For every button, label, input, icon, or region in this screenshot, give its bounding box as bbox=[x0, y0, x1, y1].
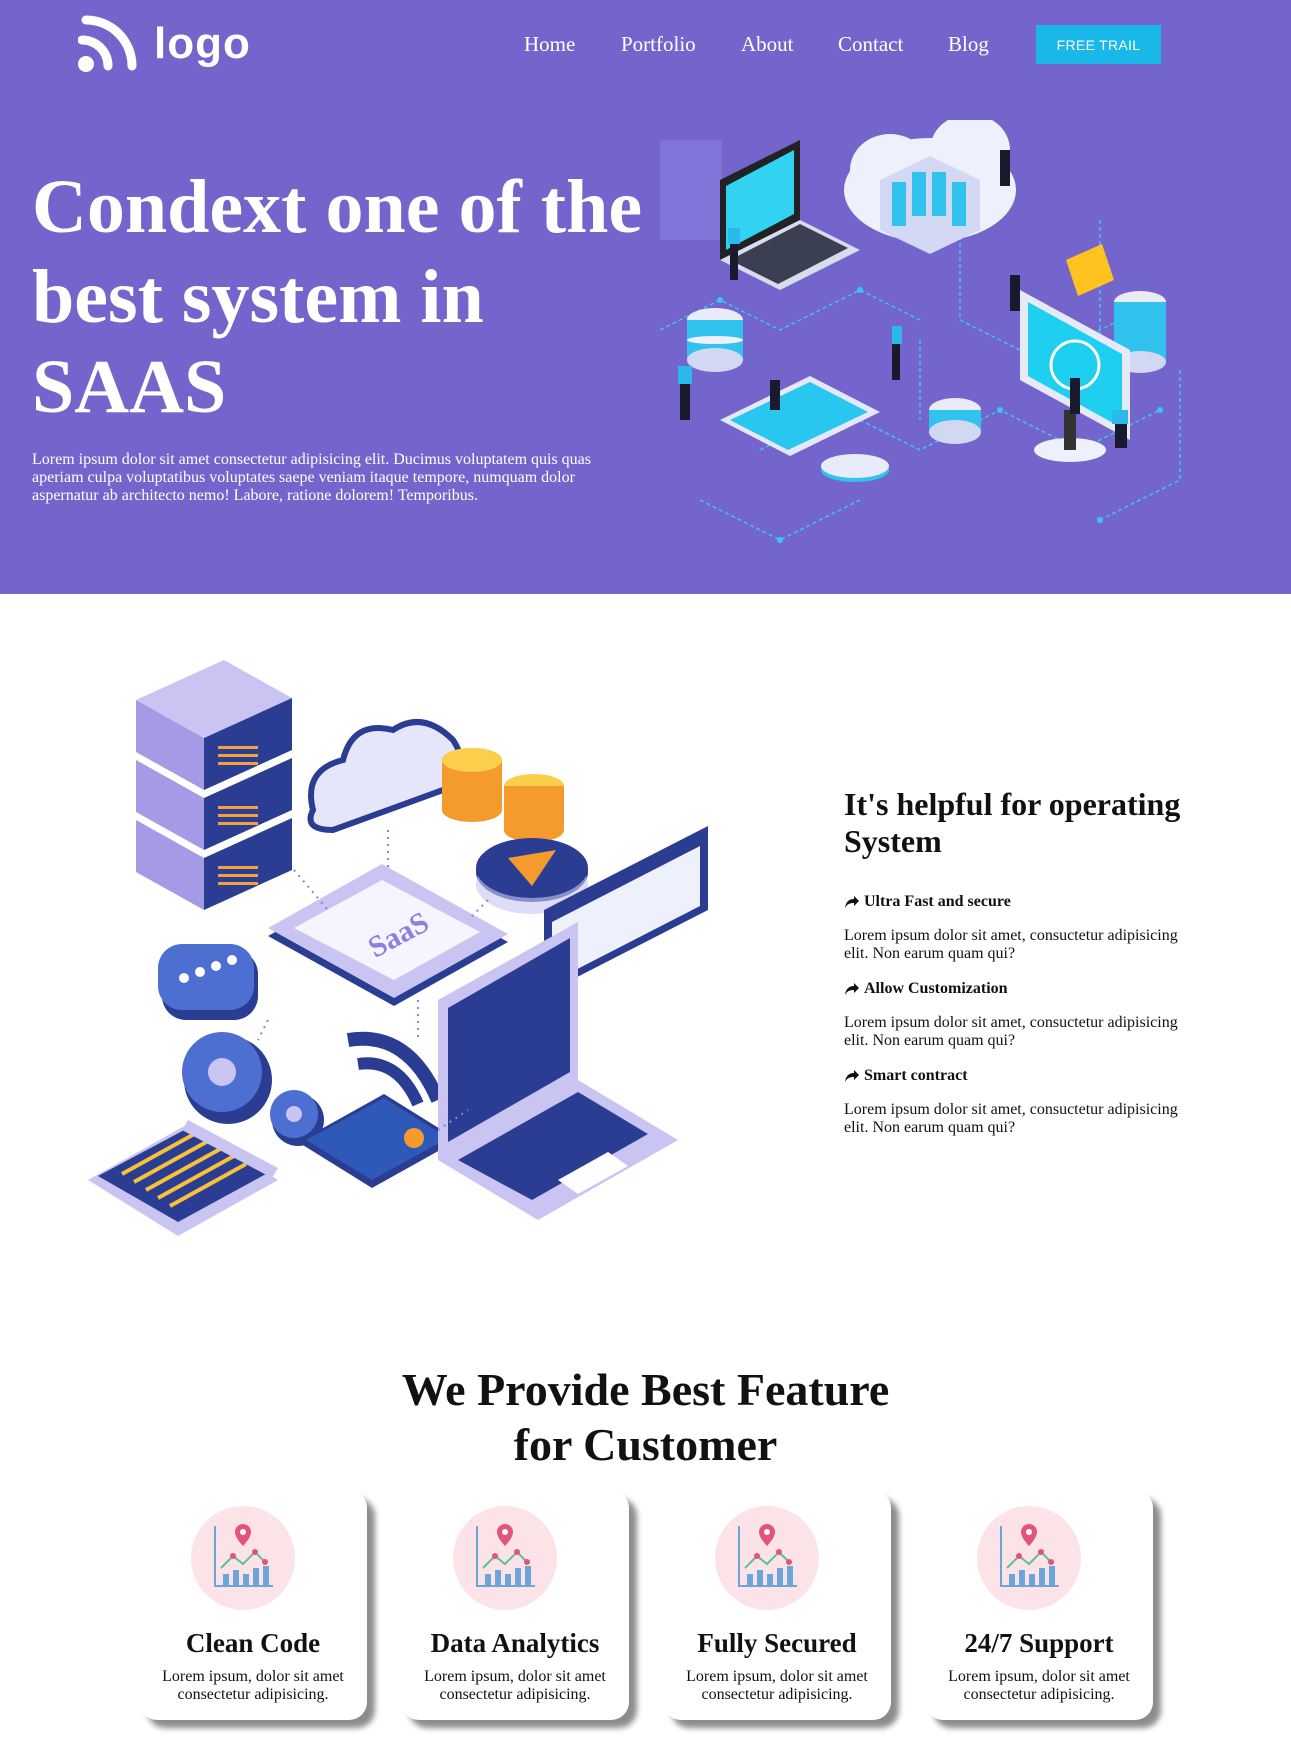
icon-circle bbox=[453, 1506, 557, 1610]
analytics-chart-icon bbox=[1000, 1524, 1059, 1587]
feature-item: Smart contract Lorem ipsum dolor sit ame… bbox=[844, 1067, 1204, 1137]
card-text: Lorem ipsum, dolor sit amet consectetur … bbox=[424, 1668, 606, 1703]
card-title: Fully Secured bbox=[697, 1628, 857, 1658]
features-title: We Provide Best Feature for Customer bbox=[0, 1362, 1291, 1472]
card-text: Lorem ipsum, dolor sit amet consectetur … bbox=[948, 1668, 1130, 1703]
share-arrow-icon bbox=[845, 896, 859, 908]
icon-circle bbox=[191, 1506, 295, 1610]
feature-card-data-analytics[interactable]: Data Analytics Lorem ipsum, dolor sit am… bbox=[401, 1490, 629, 1720]
feature-item: Ultra Fast and secure Lorem ipsum dolor … bbox=[844, 893, 1204, 963]
hero-network-illustration bbox=[660, 120, 1181, 543]
hero-section: logo Home Portfolio About Contact Blog F… bbox=[0, 0, 1291, 594]
features-title-line1: We Provide Best Feature bbox=[401, 1364, 890, 1415]
icon-circle bbox=[715, 1506, 819, 1610]
feature-heading: Allow Customization bbox=[864, 980, 1008, 997]
card-text: Lorem ipsum, dolor sit amet consectetur … bbox=[162, 1668, 344, 1703]
card-title: Clean Code bbox=[185, 1628, 321, 1658]
feature-heading: Ultra Fast and secure bbox=[864, 893, 1011, 910]
card-text: Lorem ipsum, dolor sit amet consectetur … bbox=[686, 1668, 868, 1703]
share-arrow-icon bbox=[845, 1070, 859, 1082]
feature-card-fully-secured[interactable]: Fully Secured Lorem ipsum, dolor sit ame… bbox=[663, 1490, 891, 1720]
analytics-chart-icon bbox=[476, 1524, 535, 1587]
nav-portfolio[interactable]: Portfolio bbox=[621, 32, 696, 57]
nav-contact[interactable]: Contact bbox=[838, 32, 903, 57]
hero-description: Lorem ipsum dolor sit amet consectetur a… bbox=[32, 451, 592, 504]
icon-circle bbox=[977, 1506, 1081, 1610]
feature-heading: Smart contract bbox=[864, 1067, 968, 1084]
analytics-chart-icon bbox=[738, 1524, 797, 1587]
share-arrow-icon bbox=[845, 983, 859, 995]
free-trail-button[interactable]: FREE TRAIL bbox=[1036, 25, 1161, 64]
operating-title: It's helpful for operating System bbox=[844, 786, 1181, 859]
feature-item: Allow Customization Lorem ipsum dolor si… bbox=[844, 980, 1204, 1050]
card-title: 24/7 Support bbox=[964, 1628, 1114, 1658]
saas-illustration: SaaS bbox=[88, 660, 708, 1236]
nav-home[interactable]: Home bbox=[524, 32, 575, 57]
nav-about[interactable]: About bbox=[741, 32, 794, 57]
analytics-chart-icon bbox=[214, 1524, 273, 1587]
feature-text: Lorem ipsum dolor sit amet, consuctetur … bbox=[844, 1101, 1178, 1136]
hero-title: Condext one of the best system in SAAS bbox=[32, 165, 643, 429]
card-title: Data Analytics bbox=[430, 1628, 600, 1658]
feature-card-support[interactable]: 24/7 Support Lorem ipsum, dolor sit amet… bbox=[925, 1490, 1153, 1720]
feature-card-clean-code[interactable]: Clean Code Lorem ipsum, dolor sit amet c… bbox=[139, 1490, 367, 1720]
feature-text: Lorem ipsum dolor sit amet, consuctetur … bbox=[844, 927, 1178, 962]
features-title-line2: for Customer bbox=[513, 1419, 778, 1470]
feature-text: Lorem ipsum dolor sit amet, consuctetur … bbox=[844, 1014, 1178, 1049]
nav-blog[interactable]: Blog bbox=[948, 32, 989, 57]
